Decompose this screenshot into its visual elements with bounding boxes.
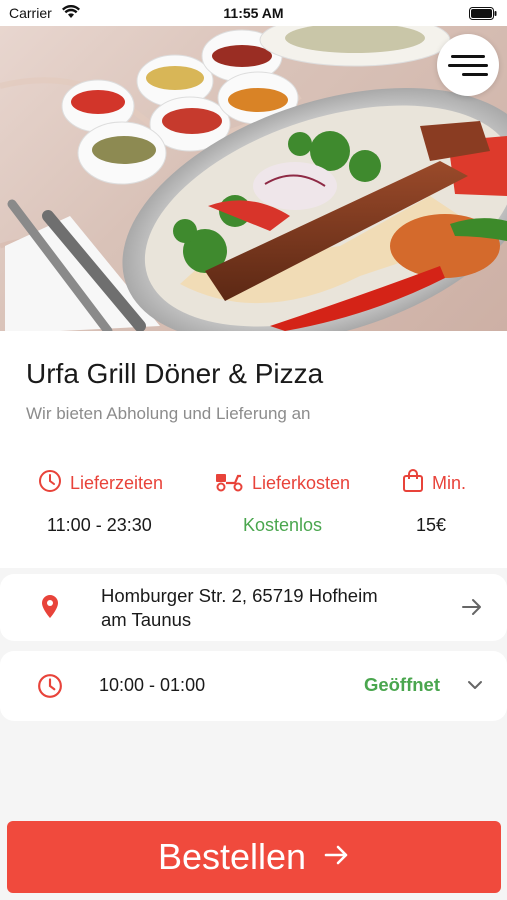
minimum-order-value: 15€	[416, 515, 447, 535]
menu-icon-line	[451, 54, 485, 58]
delivery-times-value: 11:00 - 23:30	[47, 515, 152, 535]
clock-time: 11:55 AM	[223, 5, 284, 21]
clock-icon	[38, 469, 62, 498]
restaurant-info: Urfa Grill Döner & Pizza Wir bieten Abho…	[0, 331, 507, 568]
delivery-cost-label: Lieferkosten	[252, 473, 351, 493]
address-line-2: am Taunus	[101, 609, 192, 630]
restaurant-tagline: Wir bieten Abholung und Lieferung an	[26, 404, 311, 423]
delivery-cost-value: Kostenlos	[243, 515, 323, 535]
order-button-label: Bestellen	[157, 836, 307, 877]
location-pin-icon	[39, 594, 61, 625]
battery-icon	[469, 7, 497, 25]
clock-icon	[37, 673, 63, 704]
restaurant-name: Urfa Grill Döner & Pizza	[26, 358, 324, 389]
arrow-right-icon[interactable]	[461, 596, 483, 623]
delivery-times-label: Lieferzeiten	[70, 473, 164, 493]
status-bar: Carrier 11:55 AM	[0, 0, 507, 26]
scooter-icon	[214, 469, 244, 498]
delivery-cost-stat: Lieferkosten	[214, 469, 350, 498]
minimum-order-stat: Min.	[402, 469, 466, 498]
address-text: Homburger Str. 2, 65719 Hofheim am Taunu…	[101, 584, 441, 632]
hero-image	[0, 26, 507, 331]
arrow-right-icon	[324, 843, 350, 872]
opening-hours-value: 10:00 - 01:00	[99, 675, 206, 695]
order-button[interactable]: Bestellen	[7, 821, 501, 893]
menu-icon-line	[448, 63, 488, 67]
menu-button[interactable]	[437, 34, 499, 96]
minimum-order-label: Min.	[432, 473, 467, 493]
opening-hours-card[interactable]: 10:00 - 01:00 Geöffnet	[0, 651, 507, 721]
address-line-1: Homburger Str. 2, 65719 Hofheim	[101, 585, 378, 606]
open-status-badge: Geöffnet	[363, 674, 440, 695]
shopping-bag-icon	[402, 469, 424, 498]
menu-icon-line	[462, 72, 488, 76]
chevron-down-icon[interactable]	[466, 678, 484, 696]
delivery-times-stat: Lieferzeiten	[38, 469, 163, 498]
address-card[interactable]: Homburger Str. 2, 65719 Hofheim am Taunu…	[0, 574, 507, 641]
